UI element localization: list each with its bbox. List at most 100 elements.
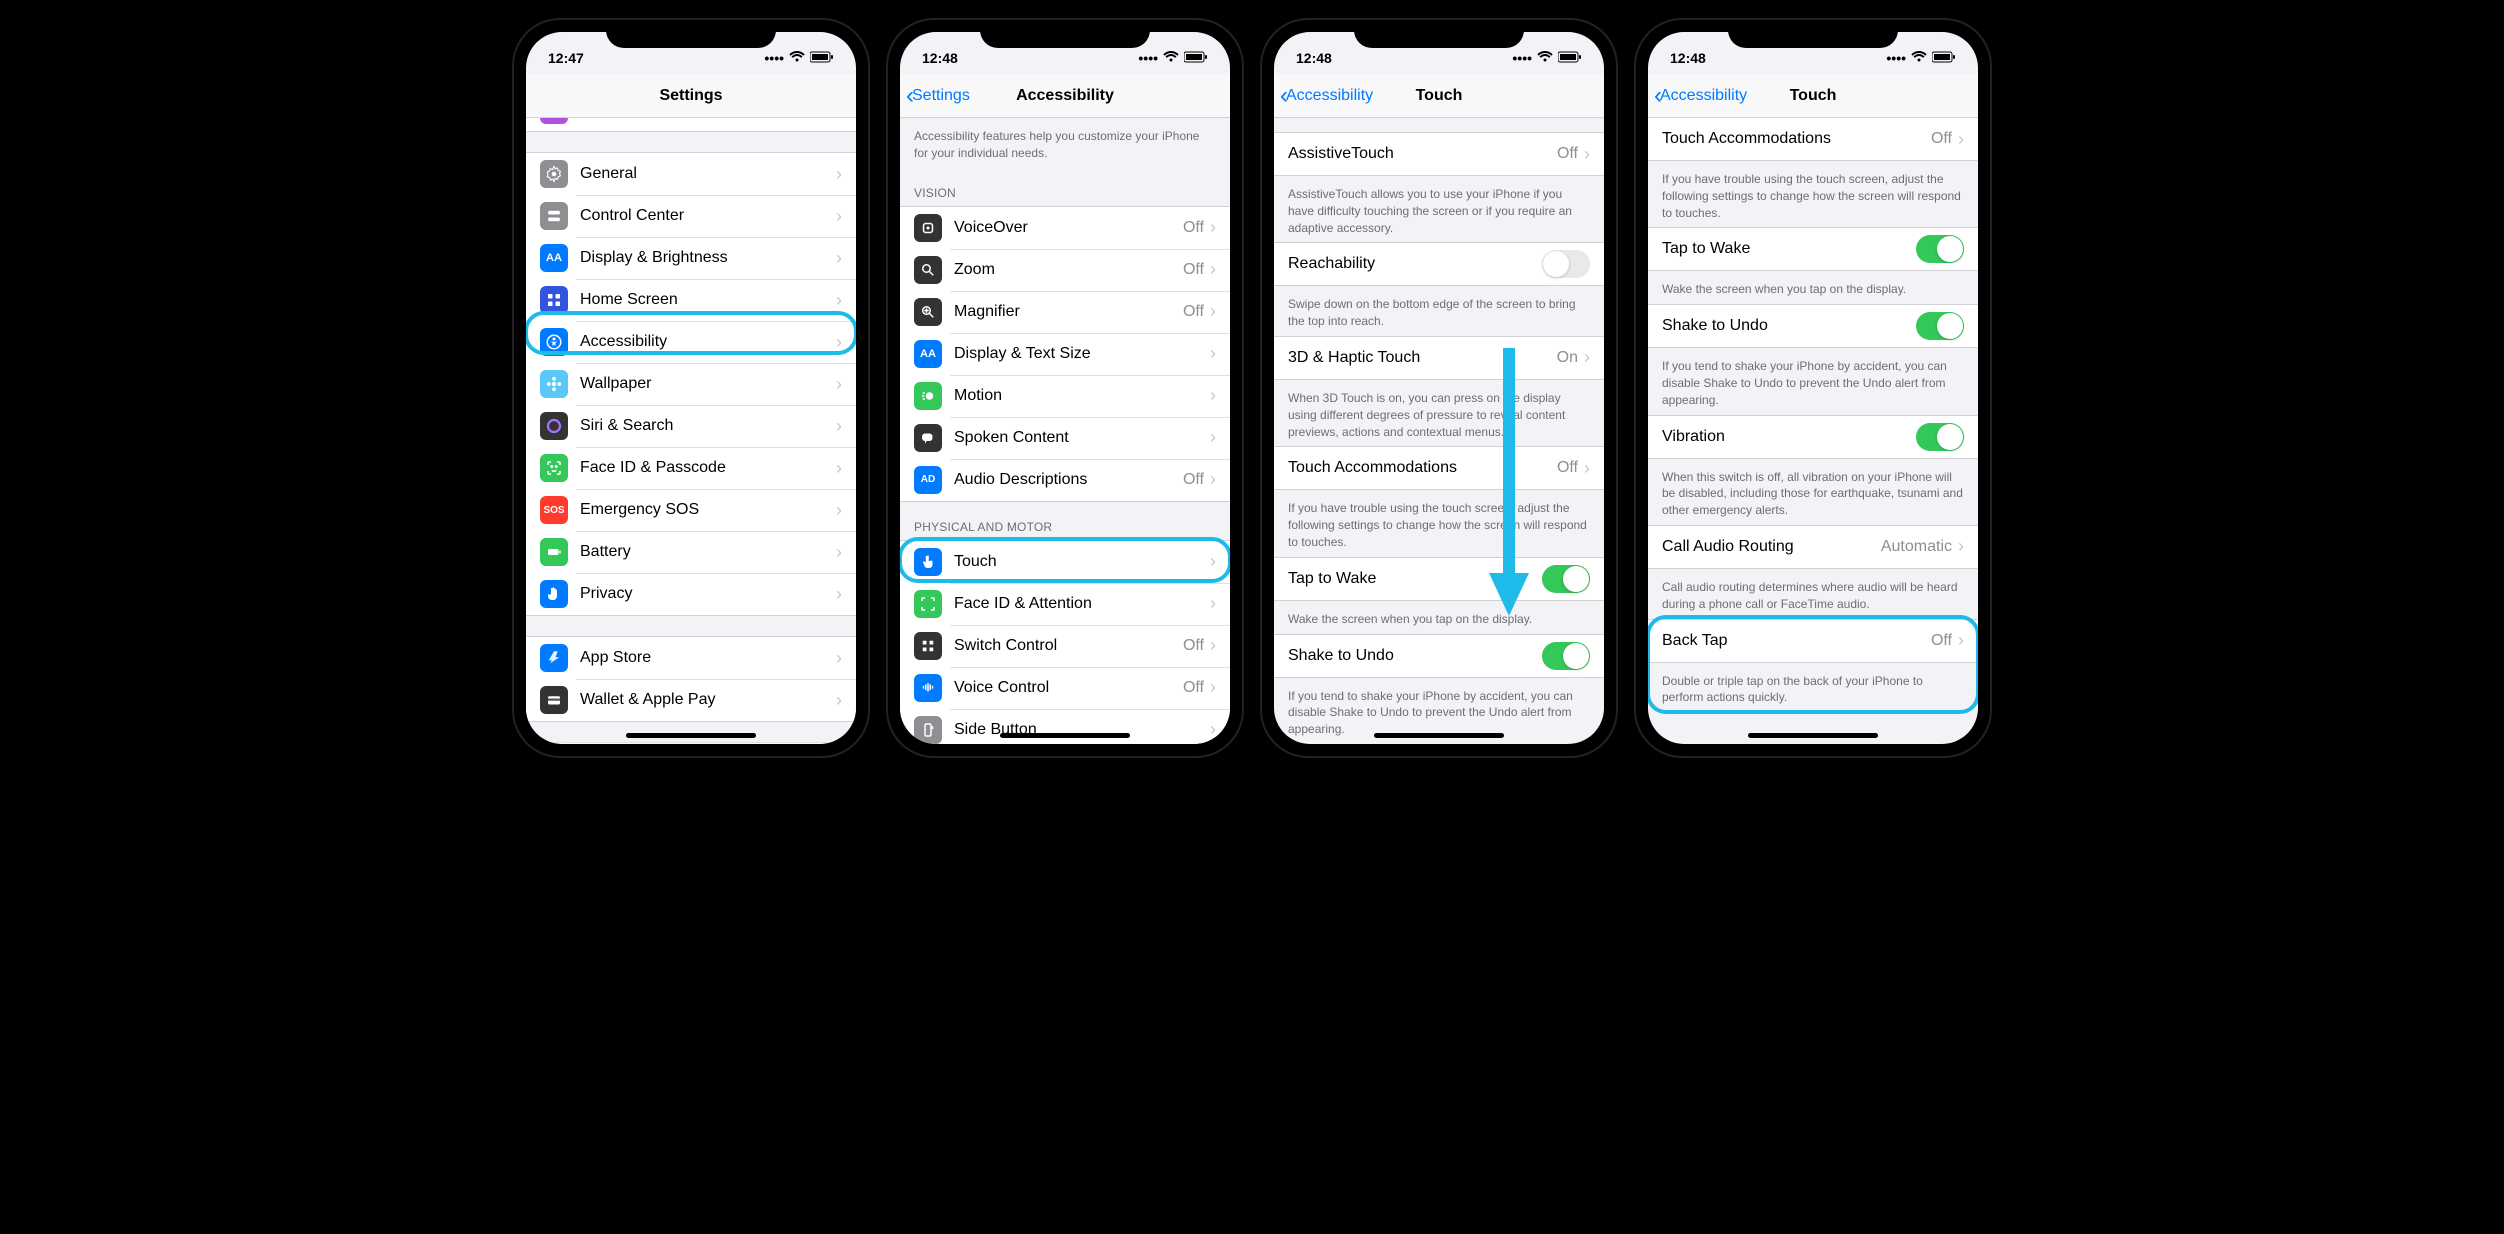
home-indicator[interactable]	[1000, 733, 1130, 738]
row-label: Wallpaper	[580, 375, 836, 393]
chevron-right-icon: ›	[836, 206, 842, 227]
row-label: Face ID & Attention	[954, 595, 1210, 613]
row-label: Tap to Wake	[1662, 240, 1916, 258]
chevron-right-icon: ›	[1584, 458, 1590, 479]
row-display[interactable]: AADisplay & Brightness›	[526, 237, 856, 279]
row-wallpaper[interactable]: Wallpaper›	[526, 363, 856, 405]
audio-desc-icon: AD	[914, 466, 942, 494]
row-value: Off	[1183, 219, 1204, 237]
row-sos[interactable]: SOSEmergency SOS›	[526, 489, 856, 531]
row-voiceover[interactable]: VoiceOverOff›	[900, 207, 1230, 249]
row-passwords[interactable]: Passwords	[526, 743, 856, 744]
toggle-reachability[interactable]	[1542, 250, 1590, 278]
row-tap-wake[interactable]: Tap to Wake	[1648, 228, 1978, 270]
row-general[interactable]: General›	[526, 153, 856, 195]
row-touch-accom[interactable]: Touch AccommodationsOff›	[1274, 447, 1604, 489]
row-tap-wake[interactable]: Tap to Wake	[1274, 558, 1604, 600]
intro-text: Accessibility features help you customiz…	[900, 118, 1230, 168]
chevron-right-icon: ›	[836, 118, 842, 121]
footer-text: If you have trouble using the touch scre…	[1648, 161, 1978, 227]
row-spoken[interactable]: Spoken Content›	[900, 417, 1230, 459]
row-privacy[interactable]: Privacy›	[526, 573, 856, 615]
back-button[interactable]: ‹Settings	[906, 84, 970, 108]
home-indicator[interactable]	[1374, 733, 1504, 738]
row-siri[interactable]: Siri & Search›	[526, 405, 856, 447]
switch-icon	[914, 632, 942, 660]
text-size-icon: AA	[914, 340, 942, 368]
footer-text: Wake the screen when you tap on the disp…	[1648, 271, 1978, 304]
battery-icon	[1932, 50, 1956, 66]
screen: 12:47 •••• Settings Screen Time › Genera…	[526, 32, 856, 744]
touch-content[interactable]: AssistiveTouchOff› AssistiveTouch allows…	[1274, 118, 1604, 744]
chevron-right-icon: ›	[1958, 536, 1964, 557]
row-faceid-att[interactable]: Face ID & Attention›	[900, 583, 1230, 625]
row-wallet[interactable]: Wallet & Apple Pay›	[526, 679, 856, 721]
row-side-button[interactable]: Side Button›	[900, 709, 1230, 744]
side-button-icon	[914, 716, 942, 744]
back-button[interactable]: ‹Accessibility	[1654, 84, 1747, 108]
row-touch[interactable]: Touch›	[900, 541, 1230, 583]
row-value: Off	[1183, 303, 1204, 321]
nav-title: Accessibility	[1016, 87, 1114, 105]
toggle-tap-wake[interactable]	[1542, 565, 1590, 593]
row-value: Off	[1557, 145, 1578, 163]
chevron-right-icon: ›	[1584, 347, 1590, 368]
chevron-right-icon: ›	[1584, 144, 1590, 165]
toggle-shake-undo[interactable]	[1542, 642, 1590, 670]
voice-icon	[914, 674, 942, 702]
flower-icon	[540, 370, 568, 398]
chevron-right-icon: ›	[1210, 301, 1216, 322]
row-audio-desc[interactable]: ADAudio DescriptionsOff›	[900, 459, 1230, 501]
notch	[1354, 20, 1524, 48]
toggle-vibration[interactable]	[1916, 423, 1964, 451]
toggle-tap-wake[interactable]	[1916, 235, 1964, 263]
row-label: Wallet & Apple Pay	[580, 691, 836, 709]
row-control-center[interactable]: Control Center›	[526, 195, 856, 237]
row-faceid[interactable]: Face ID & Passcode›	[526, 447, 856, 489]
back-button[interactable]: ‹Accessibility	[1280, 84, 1373, 108]
touch-content-scrolled[interactable]: Touch AccommodationsOff› If you have tro…	[1648, 118, 1978, 744]
row-voice-control[interactable]: Voice ControlOff›	[900, 667, 1230, 709]
row-battery[interactable]: Battery›	[526, 531, 856, 573]
footer-text: If you have trouble using the touch scre…	[1274, 490, 1604, 556]
row-vibration[interactable]: Vibration	[1648, 416, 1978, 458]
row-label: Audio Descriptions	[954, 471, 1183, 489]
row-zoom[interactable]: ZoomOff›	[900, 249, 1230, 291]
row-display-text[interactable]: AADisplay & Text Size›	[900, 333, 1230, 375]
chevron-right-icon: ›	[1210, 551, 1216, 572]
wallet-icon	[540, 686, 568, 714]
home-indicator[interactable]	[626, 733, 756, 738]
row-call-audio[interactable]: Call Audio RoutingAutomatic›	[1648, 526, 1978, 568]
row-label: AssistiveTouch	[1288, 145, 1557, 163]
row-accessibility[interactable]: Accessibility›	[526, 321, 856, 363]
footer-text: When 3D Touch is on, you can press on th…	[1274, 380, 1604, 446]
row-value: Off	[1183, 637, 1204, 655]
row-home-screen[interactable]: Home Screen›	[526, 279, 856, 321]
row-3d-haptic[interactable]: 3D & Haptic TouchOn›	[1274, 337, 1604, 379]
row-value: Off	[1183, 261, 1204, 279]
row-magnifier[interactable]: MagnifierOff›	[900, 291, 1230, 333]
chevron-right-icon: ›	[836, 648, 842, 669]
chevron-right-icon: ›	[836, 542, 842, 563]
footer-text: If you tend to shake your iPhone by acci…	[1648, 348, 1978, 414]
row-reachability[interactable]: Reachability	[1274, 243, 1604, 285]
chevron-right-icon: ›	[836, 248, 842, 269]
row-shake-undo[interactable]: Shake to Undo	[1274, 635, 1604, 677]
row-assistivetouch[interactable]: AssistiveTouchOff ›	[1274, 133, 1604, 175]
row-value: Off	[1557, 459, 1578, 477]
section-header: PHYSICAL AND MOTOR	[900, 502, 1230, 540]
row-back-tap[interactable]: Back TapOff›	[1648, 620, 1978, 662]
home-indicator[interactable]	[1748, 733, 1878, 738]
row-motion[interactable]: Motion›	[900, 375, 1230, 417]
row-touch-accom[interactable]: Touch AccommodationsOff›	[1648, 118, 1978, 160]
toggle-shake-undo[interactable]	[1916, 312, 1964, 340]
settings-content[interactable]: Screen Time › General› Control Center› A…	[526, 118, 856, 744]
wifi-icon	[1537, 50, 1553, 66]
accessibility-content[interactable]: Accessibility features help you customiz…	[900, 118, 1230, 744]
text-size-icon: AA	[540, 244, 568, 272]
row-switch-control[interactable]: Switch ControlOff›	[900, 625, 1230, 667]
row-screen-time[interactable]: Screen Time ›	[526, 118, 856, 131]
notch	[606, 20, 776, 48]
row-shake-undo[interactable]: Shake to Undo	[1648, 305, 1978, 347]
row-appstore[interactable]: App Store›	[526, 637, 856, 679]
